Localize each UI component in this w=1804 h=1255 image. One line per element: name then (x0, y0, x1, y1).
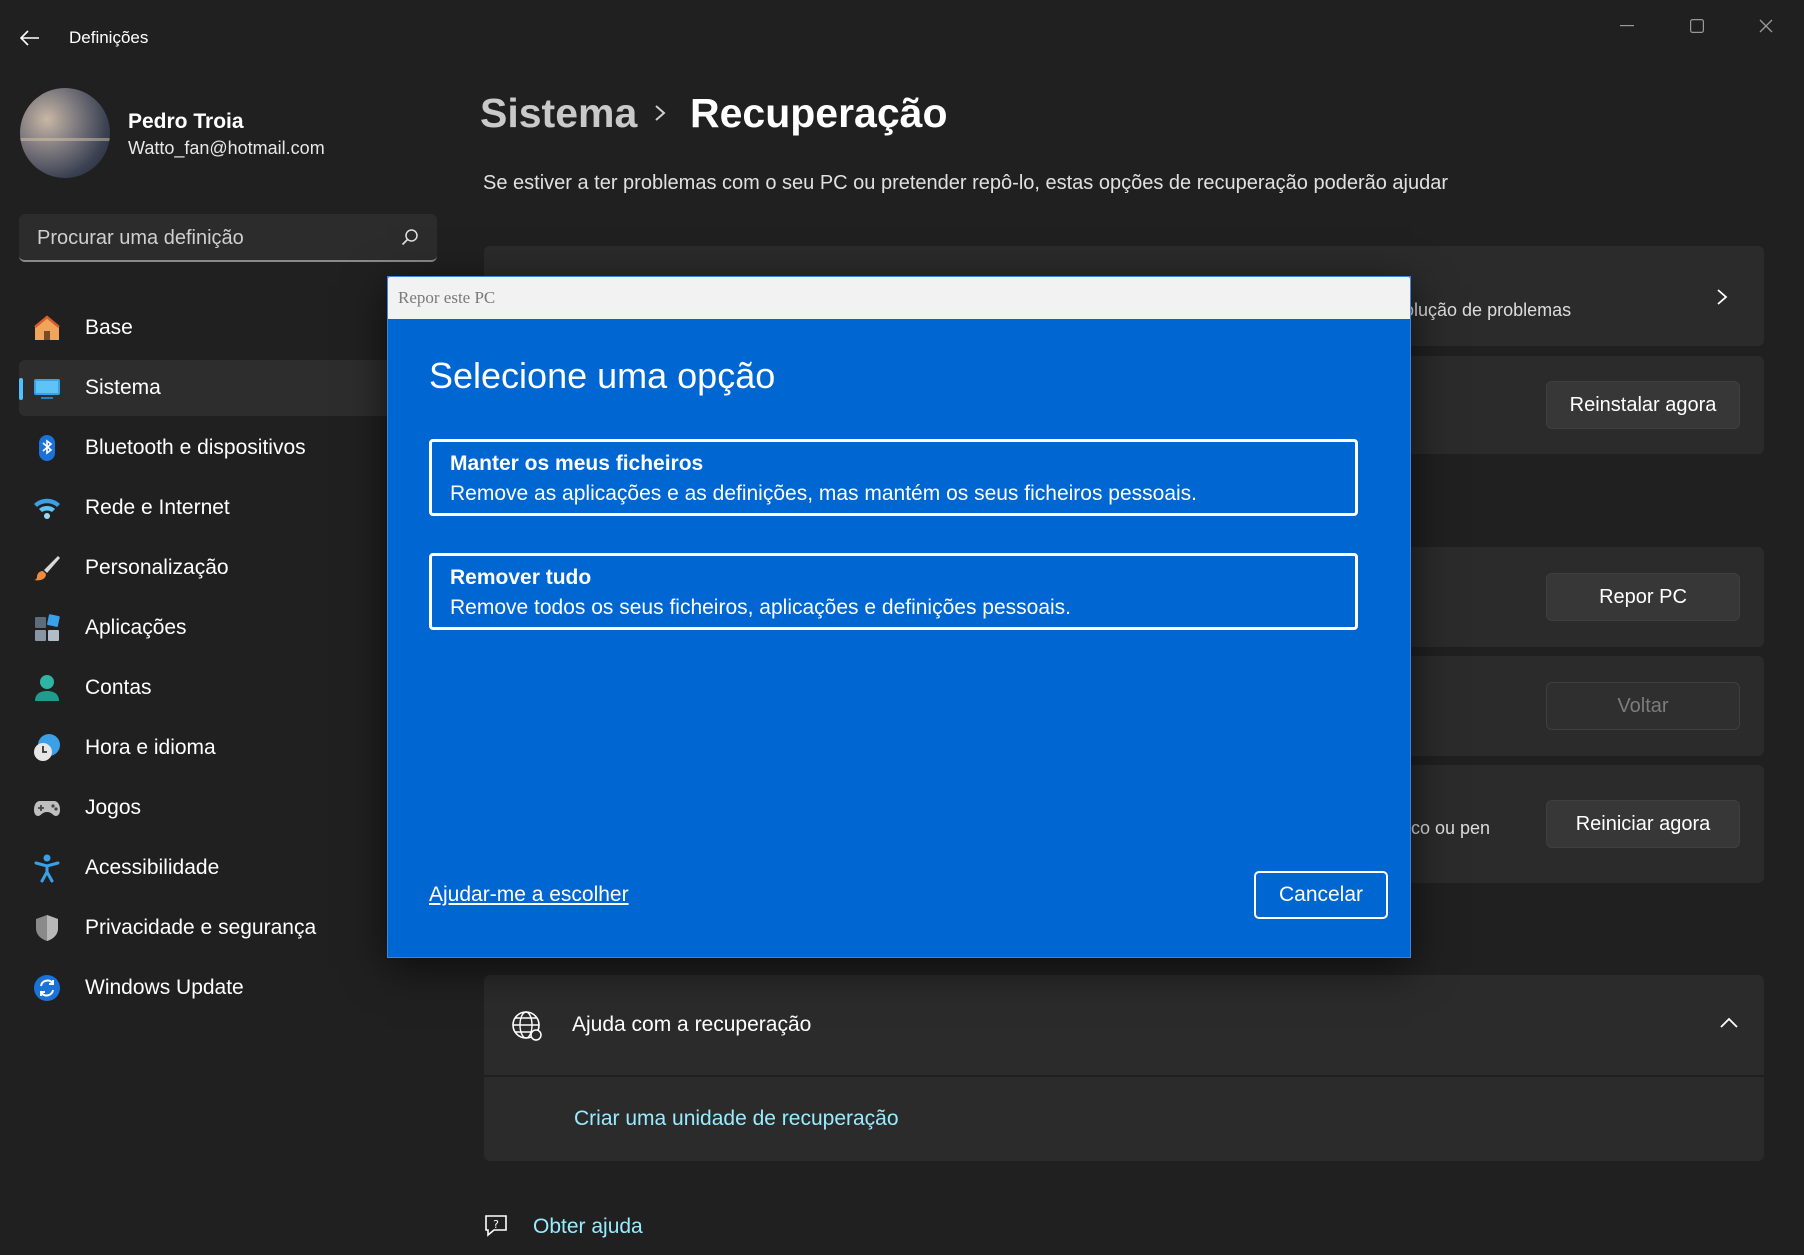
minimize-button[interactable] (1605, 12, 1649, 40)
sidebar-item-label: Windows Update (85, 976, 244, 999)
sidebar-item-label: Hora e idioma (85, 736, 216, 759)
keep-my-files-option[interactable]: Manter os meus ficheiros Remove as aplic… (429, 439, 1358, 516)
chevron-up-icon[interactable] (1718, 1015, 1740, 1031)
globe-help-icon (512, 1011, 542, 1041)
sidebar-item-rede[interactable]: Rede e Internet (19, 480, 419, 536)
restart-now-button[interactable]: Reiniciar agora (1546, 800, 1740, 848)
profile-email: Watto_fan@hotmail.com (128, 138, 325, 158)
sidebar-item-contas[interactable]: Contas (19, 660, 419, 716)
get-help-link[interactable]: Obter ajuda (533, 1215, 643, 1239)
chevron-right-icon (1717, 289, 1728, 305)
accounts-icon (32, 673, 62, 703)
bluetooth-icon (32, 433, 62, 463)
sidebar-item-privacidade[interactable]: Privacidade e segurança (19, 900, 419, 956)
app-title: Definições (69, 28, 149, 47)
close-icon (1759, 19, 1773, 33)
search-input[interactable] (35, 214, 399, 262)
apps-icon (32, 613, 62, 643)
advanced-startup-text: sco ou pen (1402, 818, 1491, 838)
sidebar-item-base[interactable]: Base (19, 300, 419, 356)
page-subtitle: Se estiver a ter problemas com o seu PC … (483, 172, 1448, 194)
page-title: Recuperação (690, 90, 948, 136)
update-icon (32, 973, 62, 1003)
wifi-icon (32, 493, 62, 523)
close-button[interactable] (1744, 12, 1788, 40)
help-recovery-body: Criar uma unidade de recuperação (484, 1077, 1764, 1161)
sidebar-item-label: Base (85, 316, 133, 339)
chevron-right-icon (655, 105, 666, 121)
option-description: Remove as aplicações e as definições, ma… (450, 482, 1198, 505)
remove-everything-option[interactable]: Remover tudo Remove todos os seus fichei… (429, 553, 1358, 630)
svg-text:?: ? (493, 1218, 499, 1231)
sidebar-item-label: Contas (85, 676, 152, 699)
sidebar-nav: Base Sistema Bluetooth e dispositivos Re… (19, 300, 419, 1020)
cancel-button[interactable]: Cancelar (1254, 871, 1388, 919)
time-language-icon (32, 733, 62, 763)
avatar (20, 88, 110, 178)
go-back-button: Voltar (1546, 682, 1740, 730)
sidebar-item-label: Bluetooth e dispositivos (85, 436, 306, 459)
sidebar-item-aplicacoes[interactable]: Aplicações (19, 600, 419, 656)
create-recovery-drive-link[interactable]: Criar uma unidade de recuperação (574, 1107, 899, 1131)
option-description: Remove todos os seus ficheiros, aplicaçõ… (450, 596, 1071, 619)
sidebar-item-hora[interactable]: Hora e idioma (19, 720, 419, 776)
gamepad-icon (32, 793, 62, 823)
sidebar-item-sistema[interactable]: Sistema (19, 360, 419, 416)
system-icon (32, 373, 62, 403)
get-help-icon: ? (485, 1215, 507, 1237)
help-recovery-title: Ajuda com a recuperação (572, 1013, 812, 1036)
reinstall-now-button[interactable]: Reinstalar agora (1546, 381, 1740, 429)
profile-name: Pedro Troia (128, 110, 244, 133)
shield-icon (32, 913, 62, 943)
sidebar-item-acessibilidade[interactable]: Acessibilidade (19, 840, 419, 896)
dialog-heading: Selecione uma opção (429, 355, 776, 396)
sidebar-item-personalizacao[interactable]: Personalização (19, 540, 419, 596)
dialog-title: Repor este PC (398, 288, 496, 307)
maximize-button[interactable] (1675, 12, 1719, 40)
search-icon[interactable] (401, 228, 419, 246)
accessibility-icon (32, 853, 62, 883)
sidebar-item-label: Personalização (85, 556, 229, 579)
help-recovery-header[interactable]: Ajuda com a recuperação (484, 975, 1764, 1075)
sidebar-item-windows-update[interactable]: Windows Update (19, 960, 419, 1016)
sidebar-item-label: Sistema (85, 376, 161, 399)
sidebar-item-bluetooth[interactable]: Bluetooth e dispositivos (19, 420, 419, 476)
reset-pc-dialog: Repor este PC Selecione uma opção Manter… (387, 276, 1411, 958)
sidebar-item-label: Aplicações (85, 616, 187, 639)
arrow-left-icon (20, 30, 39, 46)
help-recovery-section: Ajuda com a recuperação Criar uma unidad… (484, 975, 1764, 1161)
help-me-choose-link[interactable]: Ajudar-me a escolher (429, 883, 629, 907)
reset-pc-button[interactable]: Repor PC (1546, 573, 1740, 621)
home-icon (32, 313, 62, 343)
title-bar: Definições (0, 0, 1804, 76)
search-box (19, 214, 437, 262)
option-title: Manter os meus ficheiros (450, 452, 704, 475)
dialog-title-bar: Repor este PC (388, 277, 1410, 319)
brush-icon (32, 553, 62, 583)
minimize-icon (1620, 25, 1634, 27)
maximize-icon (1690, 19, 1704, 33)
breadcrumb-parent[interactable]: Sistema (480, 90, 637, 137)
sidebar-item-label: Acessibilidade (85, 856, 220, 879)
option-title: Remover tudo (450, 566, 592, 589)
back-button[interactable] (16, 24, 44, 52)
sidebar-item-label: Jogos (85, 796, 142, 819)
sidebar-item-jogos[interactable]: Jogos (19, 780, 419, 836)
sidebar-item-label: Rede e Internet (85, 496, 230, 519)
troubleshoot-text: olução de problemas (1404, 300, 1572, 320)
sidebar-item-label: Privacidade e segurança (85, 916, 317, 939)
